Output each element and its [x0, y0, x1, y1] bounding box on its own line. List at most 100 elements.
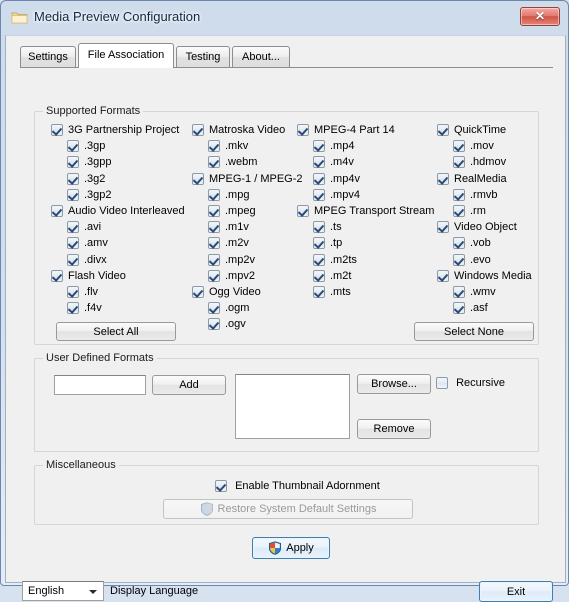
- checkbox-box: [67, 253, 79, 266]
- restore-defaults-label: Restore System Default Settings: [217, 503, 377, 515]
- format-checkbox-mpeg-4-part-14[interactable]: MPEG-4 Part 14: [297, 123, 395, 138]
- format-checkbox-evo[interactable]: .evo: [453, 253, 491, 268]
- format-checkbox-3g-partnership-project[interactable]: 3G Partnership Project: [51, 123, 179, 138]
- checkbox-box: [208, 156, 220, 169]
- format-checkbox-quicktime[interactable]: QuickTime: [437, 123, 506, 138]
- format-label: 3G Partnership Project: [68, 124, 180, 136]
- checkbox-box: [313, 237, 325, 250]
- format-label: .asf: [470, 302, 488, 315]
- format-label: .vob: [470, 237, 491, 250]
- format-label: .rmvb: [470, 188, 498, 201]
- format-checkbox-tp[interactable]: .tp: [313, 236, 342, 251]
- tab-testing[interactable]: Testing: [176, 46, 230, 67]
- miscellaneous-group: Miscellaneous Enable Thumbnail Adornment…: [34, 459, 539, 525]
- add-button[interactable]: Add: [152, 375, 226, 395]
- checkbox-box: [437, 172, 449, 185]
- checkbox-box: [208, 237, 220, 250]
- format-checkbox-m2t[interactable]: .m2t: [313, 269, 351, 284]
- format-checkbox-wmv[interactable]: .wmv: [453, 285, 496, 300]
- apply-button[interactable]: Apply: [252, 537, 330, 559]
- tab-label: File Association: [87, 49, 165, 61]
- checkbox-box: [51, 205, 63, 217]
- format-checkbox-3gp[interactable]: .3gp: [67, 139, 105, 154]
- format-checkbox-video-object[interactable]: Video Object: [437, 220, 517, 235]
- format-checkbox-divx[interactable]: .divx: [67, 253, 107, 268]
- format-checkbox-flash-video[interactable]: Flash Video: [51, 269, 126, 284]
- format-checkbox-mp4[interactable]: .mp4: [313, 139, 354, 154]
- format-checkbox-mp2v[interactable]: .mp2v: [208, 253, 255, 268]
- format-checkbox-mkv[interactable]: .mkv: [208, 139, 248, 154]
- exit-button[interactable]: Exit: [479, 581, 553, 602]
- remove-button[interactable]: Remove: [357, 419, 431, 439]
- format-checkbox-f4v[interactable]: .f4v: [67, 301, 102, 316]
- format-checkbox-avi[interactable]: .avi: [67, 220, 101, 235]
- format-checkbox-m1v[interactable]: .m1v: [208, 220, 249, 235]
- format-label: .3g2: [84, 172, 106, 185]
- format-checkbox-rmvb[interactable]: .rmvb: [453, 188, 498, 203]
- format-checkbox-ts[interactable]: .ts: [313, 220, 342, 235]
- tab-file-association[interactable]: File Association: [78, 43, 174, 68]
- user-format-input[interactable]: [54, 375, 146, 395]
- select-all-label: Select All: [93, 325, 139, 338]
- format-checkbox-ogv[interactable]: .ogv: [208, 317, 246, 332]
- format-checkbox-mpeg-transport-stream[interactable]: MPEG Transport Stream: [297, 204, 434, 219]
- format-checkbox-mov[interactable]: .mov: [453, 139, 494, 154]
- format-checkbox-m2ts[interactable]: .m2ts: [313, 253, 357, 268]
- restore-defaults-button[interactable]: Restore System Default Settings: [163, 499, 413, 519]
- format-label: QuickTime: [454, 124, 507, 136]
- format-checkbox-mp4v[interactable]: .mp4v: [313, 172, 360, 187]
- checkbox-box: [313, 156, 325, 169]
- format-label: .tp: [330, 237, 343, 250]
- user-formats-list[interactable]: [235, 374, 350, 439]
- checkbox-box: [67, 188, 79, 201]
- checkbox-box: [313, 221, 325, 234]
- format-checkbox-mpv4[interactable]: .mpv4: [313, 188, 360, 203]
- checkbox-box: [297, 124, 309, 136]
- format-checkbox-webm[interactable]: .webm: [208, 155, 257, 170]
- checkbox-box: [313, 286, 325, 298]
- format-checkbox-m2v[interactable]: .m2v: [208, 236, 249, 251]
- format-checkbox-mpeg[interactable]: .mpeg: [208, 204, 256, 219]
- miscellaneous-legend: Miscellaneous: [43, 459, 119, 471]
- format-label: .f4v: [84, 302, 102, 315]
- format-checkbox-mpv2[interactable]: .mpv2: [208, 269, 255, 284]
- format-checkbox-3gp2[interactable]: .3gp2: [67, 188, 112, 203]
- format-checkbox-flv[interactable]: .flv: [67, 285, 98, 300]
- format-checkbox-matroska-video[interactable]: Matroska Video: [192, 123, 285, 138]
- format-checkbox-amv[interactable]: .amv: [67, 236, 108, 251]
- format-checkbox-3g2[interactable]: .3g2: [67, 172, 105, 187]
- select-none-button[interactable]: Select None: [414, 322, 534, 341]
- browse-button[interactable]: Browse...: [357, 374, 431, 394]
- format-label: .flv: [84, 286, 99, 298]
- format-label: MPEG-1 / MPEG-2: [209, 172, 303, 185]
- format-checkbox-mpg[interactable]: .mpg: [208, 188, 249, 203]
- format-checkbox-asf[interactable]: .asf: [453, 301, 488, 316]
- format-checkbox-ogg-video[interactable]: Ogg Video: [192, 285, 261, 300]
- recursive-checkbox[interactable]: Recursive: [436, 376, 505, 391]
- format-checkbox-realmedia[interactable]: RealMedia: [437, 172, 507, 187]
- enable-thumbnail-checkbox-box: [215, 480, 227, 492]
- select-all-button[interactable]: Select All: [56, 322, 176, 341]
- format-label: .3gp2: [84, 188, 112, 201]
- format-label: Matroska Video: [209, 124, 286, 136]
- format-checkbox-m4v[interactable]: .m4v: [313, 155, 354, 170]
- format-checkbox-vob[interactable]: .vob: [453, 236, 491, 251]
- format-checkbox-audio-video-interleaved[interactable]: Audio Video Interleaved: [51, 204, 185, 219]
- format-checkbox-mts[interactable]: .mts: [313, 285, 351, 300]
- format-checkbox-rm[interactable]: .rm: [453, 204, 486, 219]
- close-button[interactable]: ✕: [520, 7, 560, 26]
- checkbox-box: [67, 221, 79, 234]
- checkbox-box: [453, 253, 465, 266]
- format-checkbox-3gpp[interactable]: .3gpp: [67, 155, 112, 170]
- checkbox-box: [453, 205, 465, 217]
- format-label: .mpv2: [225, 269, 255, 282]
- format-checkbox-mpeg-1-mpeg-2[interactable]: MPEG-1 / MPEG-2: [192, 172, 303, 187]
- language-select[interactable]: English: [22, 581, 104, 601]
- tab-about[interactable]: About...: [232, 46, 290, 67]
- format-checkbox-windows-media[interactable]: Windows Media: [437, 269, 532, 284]
- format-checkbox-hdmov[interactable]: .hdmov: [453, 155, 506, 170]
- enable-thumbnail-adornment-checkbox[interactable]: Enable Thumbnail Adornment: [215, 479, 380, 494]
- select-none-label: Select None: [444, 325, 504, 338]
- tab-settings[interactable]: Settings: [20, 46, 76, 67]
- format-checkbox-ogm[interactable]: .ogm: [208, 301, 249, 316]
